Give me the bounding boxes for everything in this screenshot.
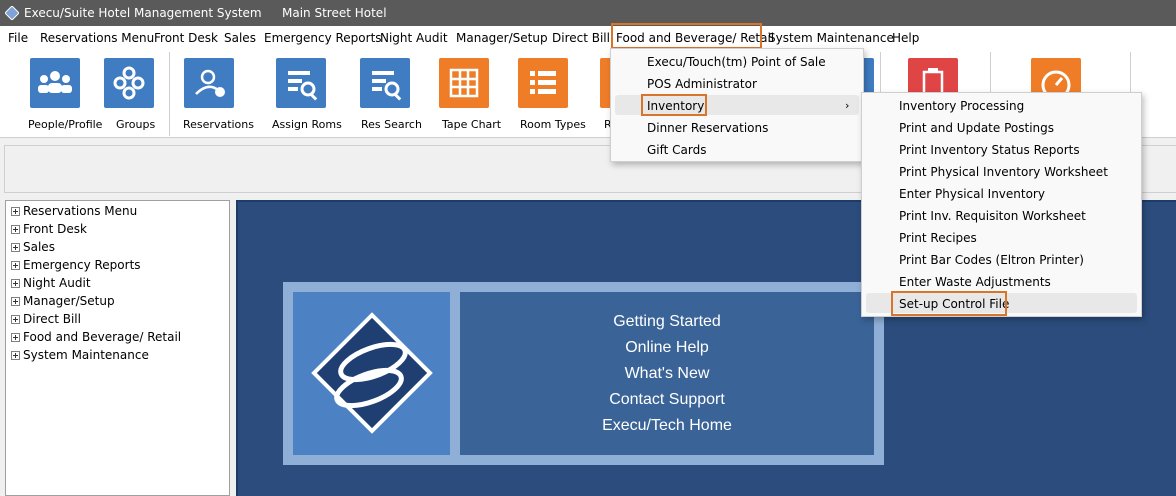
tree-item-night-audit[interactable]: Night Audit <box>11 276 91 294</box>
menu-sales[interactable]: Sales <box>224 31 256 45</box>
tree-item-system-maintenance[interactable]: System Maintenance <box>11 348 149 366</box>
tree-item-front-desk[interactable]: Front Desk <box>11 222 87 240</box>
search-list-icon <box>276 58 326 108</box>
menu-item-inventory-status-reports[interactable]: Print Inventory Status Reports <box>899 143 1080 157</box>
navigation-tree: Reservations Menu Front Desk Sales Emerg… <box>5 200 230 496</box>
menu-item-print-recipes[interactable]: Print Recipes <box>899 231 977 245</box>
menu-item-print-bar-codes[interactable]: Print Bar Codes (Eltron Printer) <box>899 253 1084 267</box>
inventory-submenu: Inventory Processing Print and Update Po… <box>861 92 1142 317</box>
execu-logo-icon <box>311 312 433 434</box>
highlight-setup-control-file <box>891 291 1007 316</box>
menu-item-enter-physical-inventory[interactable]: Enter Physical Inventory <box>899 187 1045 201</box>
menu-reservations[interactable]: Reservations Menu <box>40 31 154 45</box>
menu-direct-bill[interactable]: Direct Bill <box>552 31 610 45</box>
highlight-inventory <box>641 94 707 116</box>
tree-item-sales[interactable]: Sales <box>11 240 55 258</box>
menu-night-audit[interactable]: Night Audit <box>380 31 448 45</box>
tree-item-label: Manager/Setup <box>23 294 115 308</box>
company-logo-box <box>293 292 450 455</box>
search-list-icon <box>360 58 410 108</box>
tree-item-label: Food and Beverage/ Retail <box>23 330 182 344</box>
menu-help[interactable]: Help <box>892 31 919 45</box>
toolbar-separator <box>169 52 170 136</box>
toolbar-label: Assign Roms <box>272 118 342 131</box>
toolbar-res-search-button[interactable]: Res Search <box>358 50 424 138</box>
menu-item-inventory-processing[interactable]: Inventory Processing <box>899 99 1024 113</box>
menu-item-physical-inventory-worksheet[interactable]: Print Physical Inventory Worksheet <box>899 165 1108 179</box>
tree-item-food-beverage[interactable]: Food and Beverage/ Retail <box>11 330 181 348</box>
menu-manager-setup[interactable]: Manager/Setup <box>456 31 548 45</box>
menu-item-pos-administrator[interactable]: POS Administrator <box>647 77 757 91</box>
expand-icon[interactable] <box>11 315 20 324</box>
toolbar-label: Tape Chart <box>442 118 502 131</box>
menu-item-requisition-worksheet[interactable]: Print Inv. Requisiton Worksheet <box>899 209 1086 223</box>
expand-icon[interactable] <box>11 333 20 342</box>
expand-icon[interactable] <box>11 279 20 288</box>
contact-support-link[interactable]: Contact Support <box>460 391 874 409</box>
menu-item-gift-cards[interactable]: Gift Cards <box>647 143 707 157</box>
toolbar-label: Groups <box>116 118 156 131</box>
menu-item-dinner-reservations[interactable]: Dinner Reservations <box>647 121 768 135</box>
expand-icon[interactable] <box>11 243 20 252</box>
toolbar-reservations-button[interactable]: Reservations <box>180 50 254 138</box>
execu-tech-home-link[interactable]: Execu/Tech Home <box>460 417 874 435</box>
chevron-right-icon: › <box>845 99 850 112</box>
whats-new-link[interactable]: What's New <box>460 365 874 383</box>
app-logo-icon <box>5 6 19 20</box>
toolbar-label: Reservations <box>183 118 254 131</box>
groups-icon <box>104 58 154 108</box>
tree-item-emergency-reports[interactable]: Emergency Reports <box>11 258 141 276</box>
toolbar-people-profile-button[interactable]: People/Profile <box>20 50 102 138</box>
menu-front-desk[interactable]: Front Desk <box>154 31 218 45</box>
menu-bar: File Reservations Menu Front Desk Sales … <box>0 23 1176 50</box>
panel-divider <box>450 292 460 455</box>
tree-item-manager-setup[interactable]: Manager/Setup <box>11 294 115 312</box>
tree-item-label: Direct Bill <box>23 312 81 326</box>
menu-item-print-update-postings[interactable]: Print and Update Postings <box>899 121 1054 135</box>
toolbar-tape-chart-button[interactable]: Tape Chart <box>438 50 502 138</box>
list-icon <box>518 58 568 108</box>
hotel-name: Main Street Hotel <box>282 6 387 20</box>
menu-item-point-of-sale[interactable]: Execu/Touch(tm) Point of Sale <box>647 55 826 69</box>
tree-item-direct-bill[interactable]: Direct Bill <box>11 312 81 330</box>
expand-icon[interactable] <box>11 261 20 270</box>
people-icon <box>30 58 80 108</box>
toolbar-label: Res Search <box>361 118 422 131</box>
tree-item-reservations[interactable]: Reservations Menu <box>11 204 137 222</box>
tree-item-label: Night Audit <box>23 276 91 290</box>
menu-item-waste-adjustments[interactable]: Enter Waste Adjustments <box>899 275 1051 289</box>
tree-item-label: Sales <box>23 240 55 254</box>
menu-emergency-reports[interactable]: Emergency Reports <box>264 31 382 45</box>
toolbar-groups-button[interactable]: Groups <box>104 50 164 138</box>
title-bar: Execu/Suite Hotel Management System Main… <box>0 0 1176 26</box>
toolbar-label: People/Profile <box>28 118 103 131</box>
expand-icon[interactable] <box>11 351 20 360</box>
expand-icon[interactable] <box>11 297 20 306</box>
tree-item-label: Front Desk <box>23 222 87 236</box>
tree-item-label: Emergency Reports <box>23 258 141 272</box>
app-title: Execu/Suite Hotel Management System <box>24 6 262 20</box>
menu-file[interactable]: File <box>8 31 28 45</box>
grid-icon <box>439 58 489 108</box>
menu-system-maintenance[interactable]: System Maintenance <box>768 31 894 45</box>
toolbar-assign-rooms-button[interactable]: Assign Roms <box>270 50 342 138</box>
tree-item-label: Reservations Menu <box>23 204 138 218</box>
online-help-link[interactable]: Online Help <box>460 339 874 357</box>
expand-icon[interactable] <box>11 207 20 216</box>
highlight-food-beverage <box>611 23 762 49</box>
add-person-icon <box>184 58 234 108</box>
toolbar-label: Room Types <box>520 118 586 131</box>
getting-started-link[interactable]: Getting Started <box>460 313 874 331</box>
tree-item-label: System Maintenance <box>23 348 149 362</box>
food-beverage-dropdown: Execu/Touch(tm) Point of Sale POS Admini… <box>610 48 864 162</box>
toolbar-room-types-button[interactable]: Room Types <box>516 50 586 138</box>
expand-icon[interactable] <box>11 225 20 234</box>
